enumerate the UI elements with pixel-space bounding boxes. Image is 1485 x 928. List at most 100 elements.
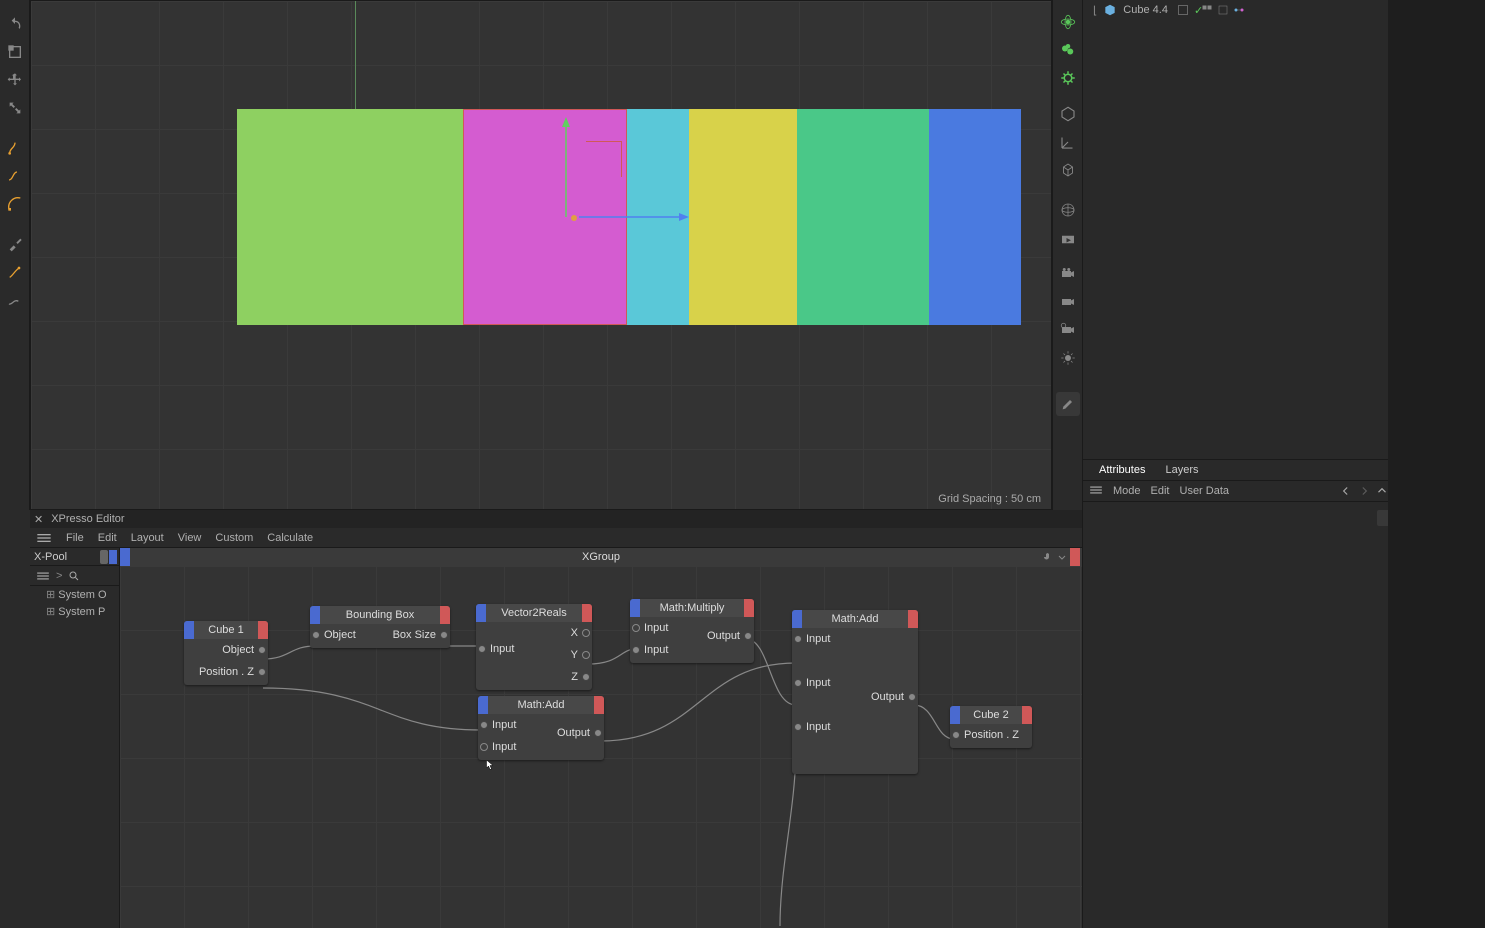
xpool-toggle-icon[interactable] (100, 550, 108, 564)
port-dot[interactable] (582, 629, 590, 637)
port-dot[interactable] (794, 723, 802, 731)
menu-layout[interactable]: Layout (131, 532, 164, 544)
scale-icon[interactable] (3, 96, 27, 120)
spline-pen-icon[interactable] (3, 136, 27, 160)
globe-icon[interactable] (1056, 198, 1080, 222)
clapper-icon[interactable] (1056, 226, 1080, 250)
viewport-cube[interactable] (237, 109, 463, 325)
port-dot[interactable] (632, 646, 640, 654)
xpool-label: X-Pool (34, 551, 67, 563)
port-dot[interactable] (582, 673, 590, 681)
tab-attributes[interactable]: Attributes (1089, 461, 1155, 480)
attr-edit-menu[interactable]: Edit (1151, 485, 1170, 497)
menu-calculate[interactable]: Calculate (267, 532, 313, 544)
forward-icon[interactable] (1357, 484, 1371, 498)
object-visibility-flag[interactable] (1178, 5, 1188, 15)
port-dot[interactable] (582, 651, 590, 659)
node-bounding-box[interactable]: Bounding Box Object Box Size (310, 606, 450, 648)
menu-file[interactable]: File (66, 532, 84, 544)
back-icon[interactable] (1339, 484, 1353, 498)
viewport-cube[interactable] (797, 109, 929, 325)
axis-icon[interactable] (1056, 130, 1080, 154)
path-tool-icon[interactable] (3, 288, 27, 312)
undo-icon[interactable] (3, 12, 27, 36)
node-vector2reals[interactable]: Vector2Reals Input X Y Z (476, 604, 592, 690)
gizmo-origin-icon[interactable] (571, 215, 577, 221)
xpool-item[interactable]: ⊞ System O (30, 586, 119, 603)
display-tag-icon[interactable] (1201, 4, 1213, 16)
hamburger-icon[interactable] (36, 571, 50, 581)
light-icon[interactable] (1056, 346, 1080, 370)
port-dot[interactable] (794, 635, 802, 643)
port-dot[interactable] (632, 624, 640, 632)
node-cube1[interactable]: Cube 1 Object Position . Z (184, 621, 268, 685)
node-cube2[interactable]: Cube 2 Position . Z (950, 706, 1032, 748)
camera-add-icon[interactable] (1056, 318, 1080, 342)
sculpt-icon[interactable] (3, 260, 27, 284)
xgroup-input-chip[interactable] (120, 548, 130, 566)
gizmo-y-arrow[interactable] (560, 117, 572, 217)
xpool-item[interactable]: ⊞ System P (30, 603, 119, 620)
object-cube-icon (1103, 3, 1117, 17)
menu-custom[interactable]: Custom (215, 532, 253, 544)
node-canvas[interactable]: Cube 1 Object Position . Z Bounding Box … (120, 566, 1082, 928)
gizmo-x-arrow[interactable] (579, 211, 689, 223)
viewport[interactable]: Grid Spacing : 50 cm (30, 0, 1052, 510)
port-y-out: Y (571, 649, 578, 661)
port-x-out: X (571, 627, 578, 639)
xpresso-editor: ✕ XPresso Editor File Edit Layout View C… (30, 510, 1082, 928)
xgroup-panel: XGroup (120, 548, 1082, 928)
close-icon[interactable]: ✕ (34, 513, 43, 526)
search-icon[interactable] (68, 570, 80, 582)
viewport-cube[interactable] (689, 109, 797, 325)
gear-icon[interactable] (1056, 66, 1080, 90)
edit-icon[interactable] (1056, 392, 1080, 416)
move-icon[interactable] (3, 68, 27, 92)
atom-icon[interactable] (1056, 10, 1080, 34)
spline-smooth-icon[interactable] (3, 164, 27, 188)
port-dot[interactable] (312, 631, 320, 639)
port-dot[interactable] (480, 743, 488, 751)
cluster-icon[interactable] (1056, 38, 1080, 62)
camera-icon[interactable] (1056, 290, 1080, 314)
xgroup-label: XGroup (582, 551, 620, 563)
port-dot[interactable] (908, 693, 916, 701)
hexagon-icon[interactable] (1056, 102, 1080, 126)
node-math-add-1[interactable]: Math:Add Input Input Output (478, 696, 604, 760)
node-math-add-2[interactable]: Math:Add Input Input Input Output (792, 610, 918, 774)
port-dot[interactable] (480, 721, 488, 729)
left-toolbar-filler (0, 510, 30, 928)
xgroup-output-chip[interactable] (1070, 548, 1080, 566)
camera-film-icon[interactable] (1056, 262, 1080, 286)
gizmo-plane-icon[interactable] (586, 141, 622, 177)
viewport-cube[interactable] (929, 109, 1021, 325)
collapse-icon[interactable] (1056, 551, 1068, 563)
cube-wire-icon[interactable] (1056, 158, 1080, 182)
port-dot[interactable] (258, 668, 266, 676)
port-dot[interactable] (478, 645, 486, 653)
menu-view[interactable]: View (178, 532, 202, 544)
port-output-out: Output (871, 691, 904, 703)
expand-tag-icon[interactable] (1217, 4, 1229, 16)
spline-arc-icon[interactable] (3, 192, 27, 216)
attr-mode-menu[interactable]: Mode (1113, 485, 1141, 497)
hand-icon[interactable] (1042, 551, 1054, 563)
up-icon[interactable] (1375, 484, 1389, 498)
viewport-frame-icon[interactable] (3, 40, 27, 64)
node-math-multiply[interactable]: Math:Multiply Input Input Output (630, 599, 754, 663)
port-dot[interactable] (794, 679, 802, 687)
attr-userdata-menu[interactable]: User Data (1180, 485, 1230, 497)
brush-icon[interactable] (3, 232, 27, 256)
port-dot[interactable] (258, 646, 266, 654)
menu-edit[interactable]: Edit (98, 532, 117, 544)
port-dot[interactable] (744, 632, 752, 640)
hamburger-icon[interactable] (1089, 485, 1103, 495)
xpresso-tag-icon[interactable] (1233, 4, 1245, 16)
port-posz-in: Position . Z (964, 729, 1019, 741)
port-dot[interactable] (594, 729, 602, 737)
hamburger-icon[interactable] (36, 532, 52, 544)
port-posz-out: Position . Z (199, 666, 254, 678)
tab-layers[interactable]: Layers (1155, 461, 1208, 480)
port-dot[interactable] (952, 731, 960, 739)
port-dot[interactable] (440, 631, 448, 639)
